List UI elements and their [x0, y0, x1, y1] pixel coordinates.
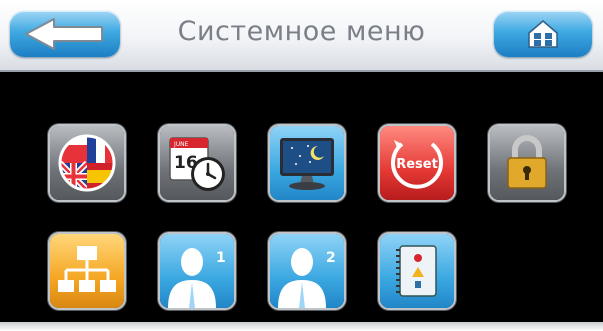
user-badge: 1	[216, 250, 226, 266]
info-book-icon	[396, 245, 437, 297]
user-profile-icon: 1	[168, 248, 226, 308]
tile-user-2[interactable]: 2	[270, 234, 344, 308]
user-badge: 2	[326, 250, 336, 266]
calendar-month: JUNE	[173, 141, 189, 148]
header-bar: Системное меню	[0, 0, 603, 72]
tile-reset[interactable]: Reset	[380, 126, 454, 200]
tile-network[interactable]	[50, 234, 124, 308]
back-arrow-icon	[25, 18, 103, 50]
tile-date-time[interactable]: JUNE 16	[160, 126, 234, 200]
bottom-bar	[0, 322, 603, 331]
padlock-icon	[507, 135, 547, 189]
tile-user-1[interactable]: 1	[160, 234, 234, 308]
back-button[interactable]	[10, 11, 120, 57]
home-button[interactable]	[494, 11, 592, 57]
calendar-clock-icon: JUNE 16	[169, 137, 225, 191]
screen: Системное меню JUNE 16 Reset 1 2	[0, 0, 603, 331]
reset-label: Reset	[396, 157, 438, 172]
tile-info[interactable]	[380, 234, 454, 308]
user-profile-icon: 2	[278, 248, 336, 308]
tile-lock[interactable]	[490, 126, 564, 200]
network-tree-icon	[58, 246, 116, 292]
home-icon	[528, 20, 558, 48]
tile-display[interactable]	[270, 126, 344, 200]
monitor-night-icon	[280, 138, 334, 190]
reset-icon: Reset	[391, 140, 443, 189]
flags-globe-icon	[58, 134, 116, 192]
tile-language[interactable]	[50, 126, 124, 200]
page-title: Системное меню	[177, 16, 426, 47]
